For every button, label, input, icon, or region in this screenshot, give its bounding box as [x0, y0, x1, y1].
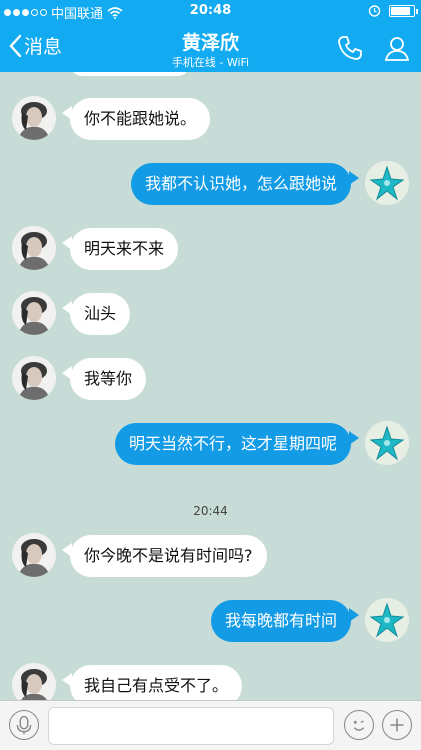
contact-avatar[interactable]	[12, 356, 56, 400]
message-input[interactable]	[48, 707, 334, 745]
message-row: 你今晚不是说有时间吗?	[0, 533, 421, 583]
nav-bar: 消息 黄泽欣 手机在线 - WiFi	[0, 22, 421, 72]
message-bubble[interactable]: 我自己有点受不了。	[61, 665, 243, 700]
message-row: 我等你	[0, 356, 421, 406]
message-timestamp: 20:44	[193, 504, 228, 518]
phone-call-button[interactable]	[336, 34, 364, 62]
chat-area[interactable]: 你不能跟她说。 我都不认识她，怎么跟她说 明天来不来 汕头 我等你 明天当然不行…	[0, 72, 421, 700]
voice-input-button[interactable]	[9, 710, 39, 740]
message-bubble[interactable]: 我每晚都有时间	[210, 600, 360, 642]
contact-avatar[interactable]	[12, 96, 56, 140]
input-bar	[0, 700, 421, 750]
status-bar: 中国联通 20:48	[0, 0, 421, 22]
contact-avatar[interactable]	[12, 533, 56, 577]
battery-icon	[389, 4, 418, 17]
message-row: 汕头	[0, 291, 421, 341]
my-avatar[interactable]	[365, 161, 409, 205]
message-bubble[interactable]: 汕头	[61, 293, 131, 335]
partial-message-bubble	[70, 72, 190, 76]
alarm-icon	[368, 5, 381, 17]
my-avatar[interactable]	[365, 421, 409, 465]
message-bubble[interactable]: 你今晚不是说有时间吗?	[62, 535, 267, 577]
emoji-button[interactable]	[344, 710, 374, 740]
status-time: 20:48	[189, 3, 232, 18]
message-bubble[interactable]: 明天当然不行，这才星期四呢	[114, 423, 360, 465]
message-bubble[interactable]: 你不能跟她说。	[61, 98, 211, 140]
contact-avatar[interactable]	[12, 226, 56, 270]
message-bubble[interactable]: 我都不认识她，怎么跟她说	[130, 163, 360, 205]
message-bubble[interactable]: 明天来不来	[61, 228, 179, 270]
message-row: 我自己有点受不了。	[0, 663, 421, 700]
message-bubble[interactable]: 我等你	[61, 358, 147, 400]
profile-button[interactable]	[383, 34, 411, 62]
contact-avatar[interactable]	[12, 663, 56, 700]
message-row: 你不能跟她说。	[0, 96, 421, 146]
add-attachment-button[interactable]	[382, 710, 412, 740]
message-row: 明天来不来	[0, 226, 421, 276]
contact-avatar[interactable]	[12, 291, 56, 335]
my-avatar[interactable]	[365, 598, 409, 642]
message-row: 我都不认识她，怎么跟她说	[0, 161, 421, 211]
message-row: 我每晚都有时间	[0, 598, 421, 648]
message-row: 明天当然不行，这才星期四呢	[0, 421, 421, 471]
